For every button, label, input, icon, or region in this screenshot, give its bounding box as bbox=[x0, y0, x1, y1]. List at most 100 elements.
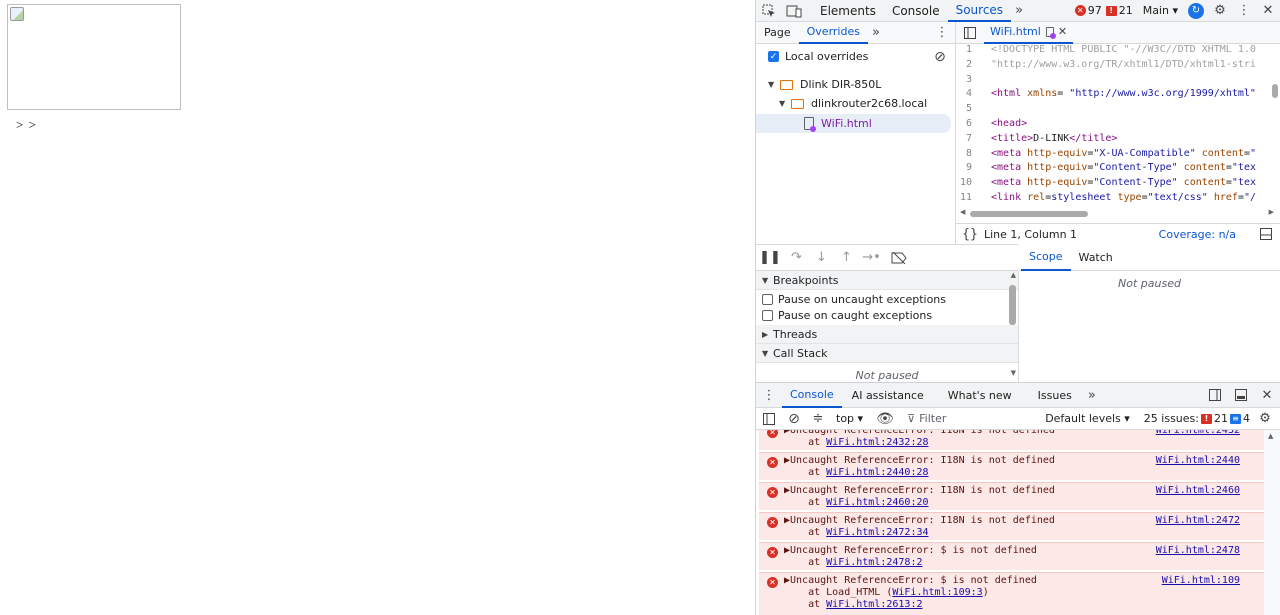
code-line[interactable]: 1 <!DOCTYPE HTML PUBLIC "-//W3C//DTD XHTM… bbox=[956, 44, 1270, 59]
code-line[interactable]: 6 <head> bbox=[956, 118, 1270, 133]
callstack-section-header[interactable]: ▼ Call Stack bbox=[756, 344, 1018, 363]
more-navigator-tabs-icon[interactable]: » bbox=[868, 25, 884, 40]
pretty-print-icon[interactable]: {} bbox=[956, 227, 984, 242]
scroll-down-icon[interactable]: ▼ bbox=[1011, 369, 1016, 377]
console-error-message[interactable]: ✕ ▶Uncaught ReferenceError: $ is not defi… bbox=[759, 542, 1264, 570]
stack-link[interactable]: WiFi.html:2472:34 bbox=[826, 527, 928, 538]
issue-count-badge[interactable]: ! 21 bbox=[1105, 4, 1133, 17]
code-line[interactable]: 10 <meta http-equiv="Content-Type" conten… bbox=[956, 177, 1270, 192]
inspect-element-icon[interactable] bbox=[756, 4, 782, 18]
sidebar-scrollbar[interactable] bbox=[1009, 285, 1016, 325]
stack-link[interactable]: WiFi.html:109:3 bbox=[892, 587, 982, 598]
pause-uncaught-checkbox[interactable] bbox=[762, 293, 773, 305]
console-error-message[interactable]: ✕ ▶Uncaught ReferenceError: $ is not defi… bbox=[759, 572, 1264, 615]
clear-overrides-icon[interactable]: ⊘ bbox=[925, 49, 955, 65]
local-overrides-checkbox[interactable]: ✓ bbox=[768, 51, 779, 62]
source-location-link[interactable]: WiFi.html:2460 bbox=[1156, 485, 1240, 496]
drawer-tab-whats-new[interactable]: What's new bbox=[934, 382, 1026, 408]
step-icon[interactable]: →• bbox=[859, 250, 884, 265]
scroll-right-icon[interactable]: ▶ bbox=[1269, 208, 1274, 216]
step-into-icon[interactable]: ↓ bbox=[809, 250, 834, 265]
step-out-icon[interactable]: ↑ bbox=[834, 250, 859, 265]
editor-hscrollbar[interactable] bbox=[970, 211, 1088, 217]
issues-counter[interactable]: 25 issues: ! 21 ≡ 4 bbox=[1144, 412, 1250, 425]
source-location-link[interactable]: WiFi.html:2432 bbox=[1156, 430, 1240, 436]
code-line[interactable]: 5 bbox=[956, 103, 1270, 118]
stack-link[interactable]: WiFi.html:2432:28 bbox=[826, 437, 928, 448]
tab-scope[interactable]: Scope bbox=[1021, 244, 1071, 271]
line-number[interactable]: 11 bbox=[956, 192, 991, 204]
tree-folder-dlink[interactable]: ▼ Dlink DIR-850L bbox=[756, 75, 955, 94]
console-error-message[interactable]: ✕ ▶Uncaught ReferenceError: I18N is not d… bbox=[759, 430, 1264, 450]
source-location-link[interactable]: WiFi.html:2440 bbox=[1156, 455, 1240, 466]
line-number[interactable]: 2 bbox=[956, 59, 991, 74]
console-filter-input[interactable]: ⊽ Filter bbox=[901, 410, 1021, 428]
pause-icon[interactable]: ❚❚ bbox=[756, 250, 784, 265]
more-tabs-icon[interactable]: » bbox=[1011, 3, 1027, 18]
dock-right-icon[interactable] bbox=[1202, 389, 1228, 401]
line-number[interactable]: 9 bbox=[956, 162, 991, 177]
breakpoints-section-header[interactable]: ▼ Breakpoints bbox=[756, 271, 1018, 290]
context-selector[interactable]: Main ▾ bbox=[1143, 4, 1178, 17]
create-live-expression-icon[interactable]: ≑ bbox=[806, 411, 830, 426]
console-sidebar-icon[interactable] bbox=[756, 412, 782, 425]
dock-bottom-icon[interactable] bbox=[1228, 389, 1254, 401]
drawer-tab-ai-assistance[interactable]: AI assistance bbox=[842, 382, 934, 408]
tab-page[interactable]: Page bbox=[756, 22, 799, 44]
code-line[interactable]: 3 bbox=[956, 74, 1270, 89]
threads-section-header[interactable]: ▶ Threads bbox=[756, 325, 1018, 344]
line-number[interactable]: 8 bbox=[956, 148, 991, 163]
line-number[interactable]: 1 bbox=[956, 44, 991, 59]
console-error-message[interactable]: ✕ ▶Uncaught ReferenceError: I18N is not d… bbox=[759, 512, 1264, 540]
toggle-navigator-icon[interactable] bbox=[956, 26, 984, 39]
code-line[interactable]: 4 <html xmlns= "http://www.w3c.org/1999/x… bbox=[956, 88, 1270, 103]
line-number[interactable]: 5 bbox=[956, 103, 991, 118]
stack-link[interactable]: WiFi.html:2478:2 bbox=[826, 557, 922, 568]
line-number[interactable]: 4 bbox=[956, 88, 991, 103]
context-dropdown[interactable]: top ▾ bbox=[836, 412, 863, 425]
drawer-menu-icon[interactable]: ⋮ bbox=[756, 388, 782, 403]
step-over-icon[interactable]: ↷ bbox=[784, 250, 809, 265]
tab-sources[interactable]: Sources bbox=[947, 0, 1012, 22]
code-line[interactable]: 8 <meta http-equiv="X-UA-Compatible" cont… bbox=[956, 148, 1270, 163]
tab-elements[interactable]: Elements bbox=[812, 0, 884, 22]
stack-link[interactable]: WiFi.html:2440:28 bbox=[826, 467, 928, 478]
sync-icon[interactable]: ↻ bbox=[1184, 2, 1208, 19]
source-location-link[interactable]: WiFi.html:109 bbox=[1162, 575, 1240, 586]
scroll-left-icon[interactable]: ◀ bbox=[960, 208, 965, 216]
tab-console[interactable]: Console bbox=[884, 0, 948, 22]
more-drawer-tabs-icon[interactable]: » bbox=[1084, 388, 1100, 403]
log-levels-dropdown[interactable]: Default levels ▾ bbox=[1045, 412, 1130, 425]
error-count-badge[interactable]: ✕ 97 bbox=[1074, 4, 1102, 17]
code-line[interactable]: 9 <meta http-equiv="Content-Type" content… bbox=[956, 162, 1270, 177]
console-scrollbar[interactable]: ▲ bbox=[1264, 430, 1280, 615]
eye-icon[interactable]: 👁 bbox=[869, 411, 901, 427]
line-number[interactable]: 7 bbox=[956, 133, 991, 148]
code-line[interactable]: 11 <link rel=stylesheet type="text/css" h… bbox=[956, 192, 1270, 204]
drawer-tab-console[interactable]: Console bbox=[782, 382, 842, 408]
tab-watch[interactable]: Watch bbox=[1071, 244, 1121, 271]
console-settings-gear-icon[interactable]: ⚙ bbox=[1250, 411, 1280, 426]
stack-link[interactable]: WiFi.html:2460:20 bbox=[826, 497, 928, 508]
toggle-debugger-icon[interactable] bbox=[1252, 228, 1280, 240]
line-number[interactable]: 10 bbox=[956, 177, 991, 192]
line-number[interactable]: 3 bbox=[956, 74, 991, 89]
editor-tab-wifi[interactable]: WiFi.html ✕ bbox=[984, 22, 1074, 44]
close-drawer-icon[interactable]: ✕ bbox=[1254, 388, 1280, 403]
line-number[interactable]: 6 bbox=[956, 118, 991, 133]
source-location-link[interactable]: WiFi.html:2472 bbox=[1156, 515, 1240, 526]
tab-overrides[interactable]: Overrides bbox=[798, 22, 868, 44]
drawer-tab-issues[interactable]: Issues bbox=[1026, 382, 1084, 408]
source-location-link[interactable]: WiFi.html:2478 bbox=[1156, 545, 1240, 556]
device-toolbar-icon[interactable] bbox=[782, 4, 806, 18]
more-options-icon[interactable]: ⋮ bbox=[1232, 3, 1256, 18]
coverage-link[interactable]: Coverage: n/a bbox=[1159, 228, 1236, 241]
tree-file-wifi[interactable]: WiFi.html bbox=[756, 114, 951, 133]
editor-vscrollbar[interactable] bbox=[1272, 84, 1278, 98]
pause-caught-checkbox[interactable] bbox=[762, 309, 773, 321]
scroll-up-icon[interactable]: ▲ bbox=[1268, 432, 1273, 440]
navigator-menu-icon[interactable]: ⋮ bbox=[929, 25, 955, 40]
scroll-up-icon[interactable]: ▲ bbox=[1011, 271, 1016, 279]
clear-console-icon[interactable]: ⊘ bbox=[782, 411, 806, 427]
code-line[interactable]: 7 <title>D-LINK</title> bbox=[956, 133, 1270, 148]
